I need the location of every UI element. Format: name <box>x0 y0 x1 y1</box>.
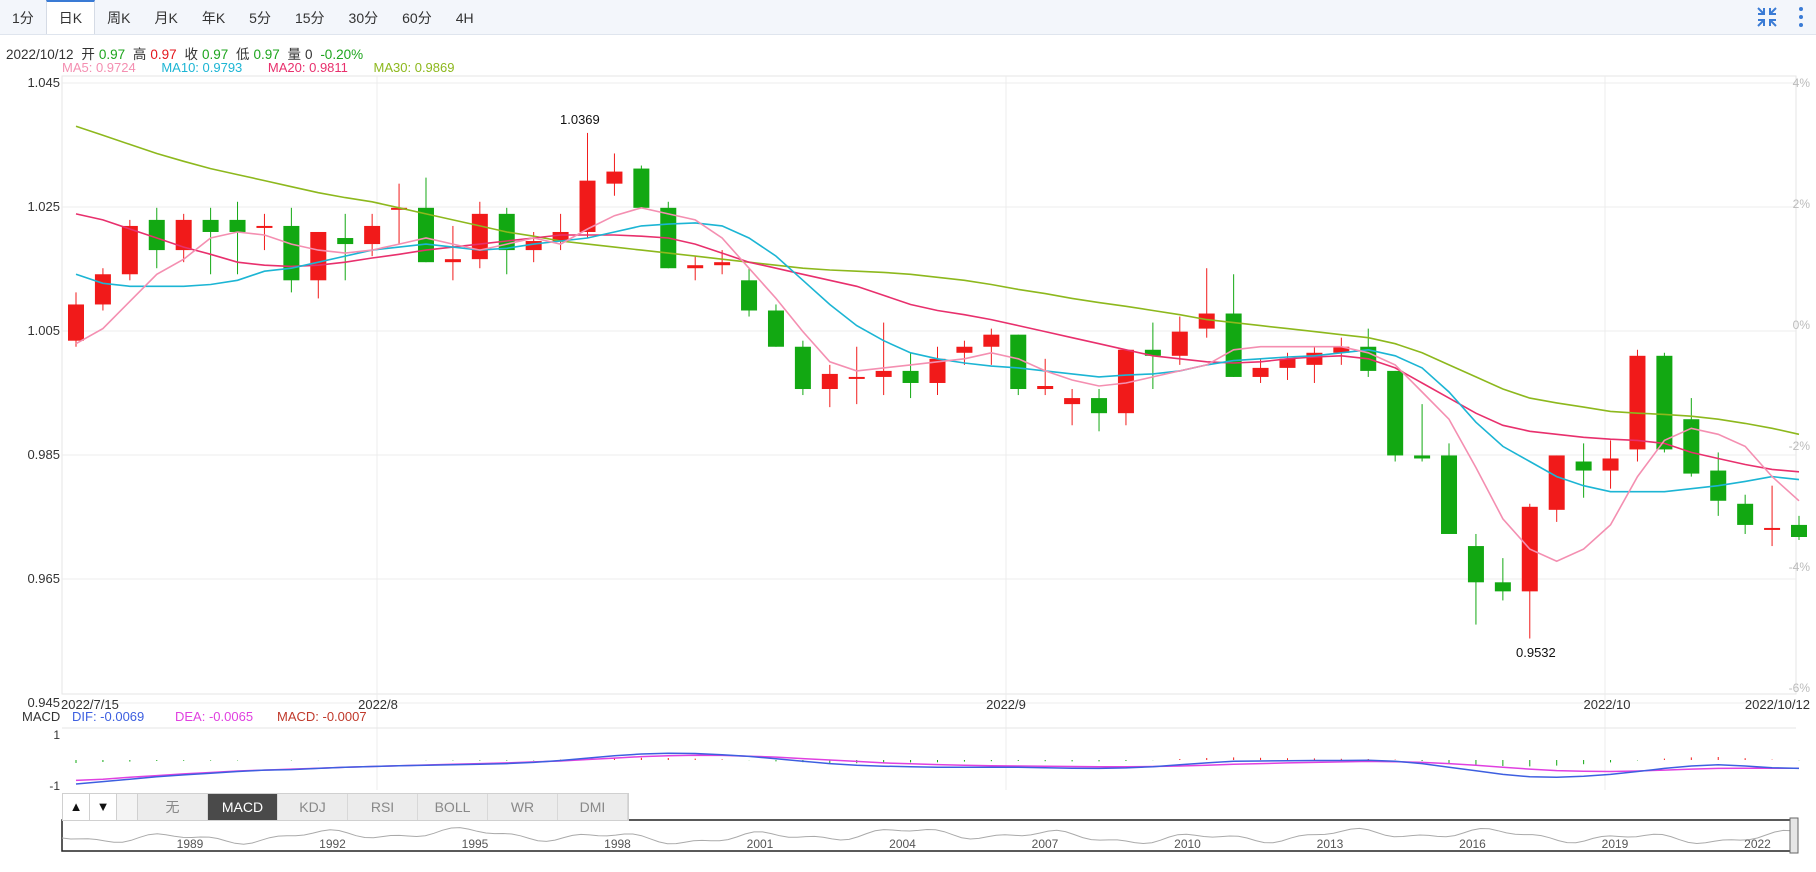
macd-dif-label: DIF: -0.0069 <box>72 709 144 724</box>
macd-y-label: 1 <box>53 728 60 742</box>
candle-body <box>1198 313 1215 329</box>
indicator-tab-none[interactable]: 无 <box>138 794 208 820</box>
candle-body <box>229 219 246 232</box>
pct-tick-label: 0% <box>1793 318 1811 332</box>
candle-body <box>633 168 650 208</box>
pct-tick-label: 2% <box>1793 197 1811 211</box>
arrow-down-icon[interactable]: ▼ <box>90 794 117 820</box>
navigator-year-label: 2013 <box>1317 837 1344 851</box>
pct-tick-label: -2% <box>1789 439 1811 453</box>
navigator-year-label: 1989 <box>177 837 204 851</box>
kline-chart[interactable]: 1.045 1.025 1.005 0.985 0.965 0.945 4% 2% 0% -2% -… <box>0 0 1816 872</box>
candle-body <box>1791 524 1807 537</box>
indicator-bar: ▲ ▼ 无 MACD KDJ RSI BOLL WR DMI <box>62 793 629 821</box>
navigator-year-label: 2010 <box>1174 837 1201 851</box>
candle-body <box>1548 455 1565 510</box>
candle-body <box>202 219 219 232</box>
macd-dif-line <box>75 752 1800 785</box>
x-date-label: 2022/9 <box>986 697 1026 712</box>
navigator-year-label: 1995 <box>462 837 489 851</box>
indicator-spacer <box>117 794 138 820</box>
candle-body <box>1629 355 1646 450</box>
indicator-tab-kdj[interactable]: KDJ <box>278 794 348 820</box>
indicator-tab-rsi[interactable]: RSI <box>348 794 418 820</box>
candle-body <box>606 171 623 184</box>
x-date-label: 2022/10 <box>1584 697 1631 712</box>
candle-body <box>767 310 784 347</box>
y-tick-label: 0.945 <box>27 695 60 710</box>
candle-body <box>794 346 811 390</box>
candle-body <box>471 213 488 260</box>
y-tick-label: 1.005 <box>27 323 60 338</box>
pct-tick-label: 4% <box>1793 76 1811 90</box>
low-annotation: 0.9532 <box>1516 645 1556 660</box>
arrow-up-icon[interactable]: ▲ <box>63 794 90 820</box>
candle-body <box>1171 331 1188 356</box>
candle-body <box>1441 455 1458 534</box>
macd-y-label: -1 <box>49 779 60 793</box>
candle-body <box>310 231 327 281</box>
candle-body <box>956 346 973 353</box>
candle-body <box>283 225 300 281</box>
candle-body <box>848 376 865 379</box>
navigator-year-label: 1998 <box>604 837 631 851</box>
candle-body <box>94 274 111 305</box>
navigator-handle[interactable] <box>1789 817 1799 854</box>
y-tick-label: 0.985 <box>27 447 60 462</box>
y-tick-label: 1.045 <box>27 75 60 90</box>
candle-body <box>821 373 838 390</box>
candle-body <box>121 225 138 275</box>
candle-body <box>1387 370 1404 456</box>
plot-frame <box>61 75 1797 695</box>
macd-title: MACD <box>22 709 60 724</box>
high-annotation: 1.0369 <box>560 112 600 127</box>
candle-body <box>1091 398 1108 414</box>
y-tick-label: 1.025 <box>27 199 60 214</box>
candle-body <box>1467 546 1484 583</box>
candle-body <box>417 207 434 263</box>
indicator-tab-boll[interactable]: BOLL <box>418 794 488 820</box>
candle-body <box>444 259 461 263</box>
candle-body <box>1064 398 1081 405</box>
macd-value-label: MACD: -0.0007 <box>277 709 367 724</box>
candle-body <box>1656 355 1673 450</box>
y-tick-label: 0.965 <box>27 571 60 586</box>
navigator-year-label: 2004 <box>889 837 916 851</box>
pct-tick-label: -6% <box>1789 681 1811 695</box>
candle-body <box>1414 455 1431 459</box>
candle-body <box>875 370 892 377</box>
navigator-year-label: 1992 <box>319 837 346 851</box>
candle-body <box>1037 386 1054 390</box>
navigator-year-label: 2016 <box>1459 837 1486 851</box>
navigator-year-label: 2019 <box>1602 837 1629 851</box>
candle-body <box>1252 367 1269 377</box>
candle-body <box>1494 582 1511 592</box>
candle-body <box>337 238 354 245</box>
indicator-tab-dmi[interactable]: DMI <box>558 794 628 820</box>
candle-body <box>148 219 165 251</box>
navigator-year-label: 2007 <box>1032 837 1059 851</box>
candle-body <box>687 265 704 269</box>
candle-body <box>983 334 1000 347</box>
candle-body <box>579 180 596 232</box>
candle-body <box>1764 527 1781 530</box>
candle-body <box>1602 458 1619 471</box>
candle-body <box>256 225 273 228</box>
candle-body <box>68 304 84 341</box>
candle-body <box>1575 461 1592 471</box>
indicator-tab-wr[interactable]: WR <box>488 794 558 820</box>
macd-dea-label: DEA: -0.0065 <box>175 709 253 724</box>
pct-tick-label: -4% <box>1789 560 1811 574</box>
navigator-year-label: 2022 <box>1744 837 1771 851</box>
candle-body <box>1683 419 1700 474</box>
candle-body <box>714 262 731 266</box>
x-date-label: 2022/10/12 <box>1745 697 1810 712</box>
indicator-tab-macd[interactable]: MACD <box>208 794 278 820</box>
candle-body <box>902 370 919 383</box>
candle-body <box>1737 503 1754 525</box>
candle-body <box>741 280 758 311</box>
candle-body <box>364 225 381 245</box>
navigator-year-label: 2001 <box>747 837 774 851</box>
